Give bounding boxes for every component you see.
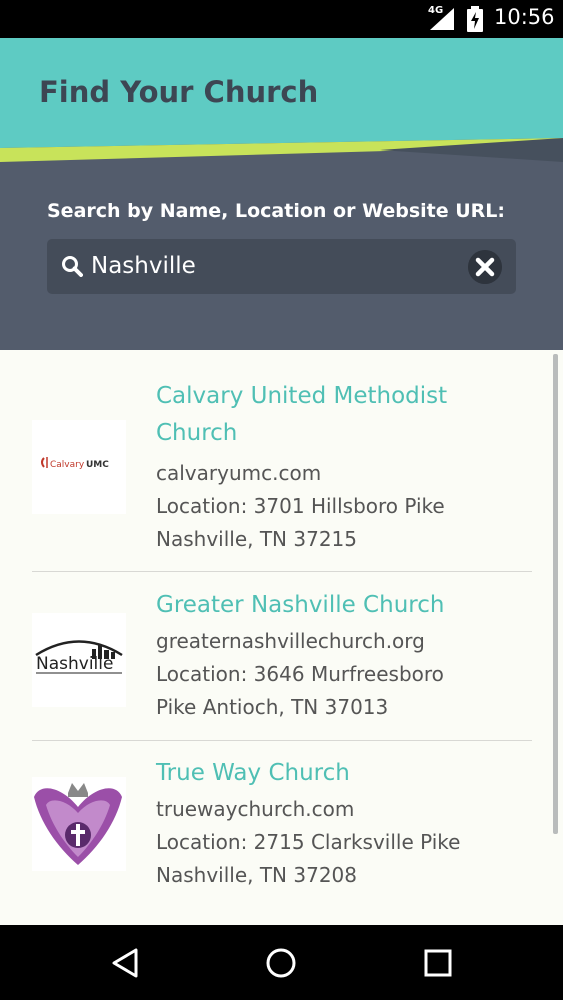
greater-nashville-logo: Nashville: [32, 613, 126, 707]
search-box: [47, 239, 516, 294]
church-url[interactable]: calvaryumc.com: [156, 457, 321, 490]
signal-icon: [430, 8, 454, 30]
church-item[interactable]: True Way Church truewaychurch.com Locati…: [32, 755, 532, 905]
church-name[interactable]: Greater Nashville Church: [156, 587, 486, 624]
list-divider: [32, 571, 532, 572]
home-circle-icon[interactable]: [263, 945, 299, 981]
church-url[interactable]: truewaychurch.com: [156, 793, 354, 826]
church-item[interactable]: Calvary UMC Calvary United Methodist Chu…: [32, 378, 532, 568]
svg-text:UMC: UMC: [86, 460, 109, 470]
page-title: Find Your Church: [39, 75, 319, 109]
church-location: Location: 3701 Hillsboro Pike Nashville,…: [156, 494, 445, 551]
calvary-umc-logo: Calvary UMC: [32, 420, 126, 514]
true-way-logo: [32, 777, 126, 871]
svg-text:Nashville: Nashville: [36, 654, 113, 674]
back-triangle-icon[interactable]: [108, 945, 144, 981]
church-results-list[interactable]: Calvary UMC Calvary United Methodist Chu…: [0, 350, 563, 925]
search-icon: [62, 256, 83, 277]
search-label: Search by Name, Location or Website URL:: [47, 200, 506, 222]
church-name[interactable]: True Way Church: [156, 755, 486, 792]
list-divider: [32, 740, 532, 741]
church-item[interactable]: Nashville Greater Nashville Church great…: [32, 587, 532, 737]
logo-text: Calvary: [50, 460, 85, 470]
battery-charging-icon: [467, 6, 483, 32]
clock: 10:56: [494, 5, 555, 29]
church-location: Location: 2715 Clarksville Pike Nashvill…: [156, 830, 461, 887]
search-header: Find Your Church Search by Name, Locatio…: [0, 38, 563, 350]
church-name[interactable]: Calvary United Methodist Church: [156, 378, 486, 452]
navigation-bar: [0, 925, 563, 1000]
search-input[interactable]: [91, 247, 461, 285]
recents-square-icon[interactable]: [420, 945, 456, 981]
church-url[interactable]: greaternashvillechurch.org: [156, 625, 425, 658]
clear-search-button[interactable]: [468, 250, 502, 284]
church-location: Location: 3646 Murfreesboro Pike Antioch…: [156, 662, 444, 719]
status-bar: 4G 10:56: [0, 0, 563, 38]
scrollbar[interactable]: [553, 354, 558, 834]
